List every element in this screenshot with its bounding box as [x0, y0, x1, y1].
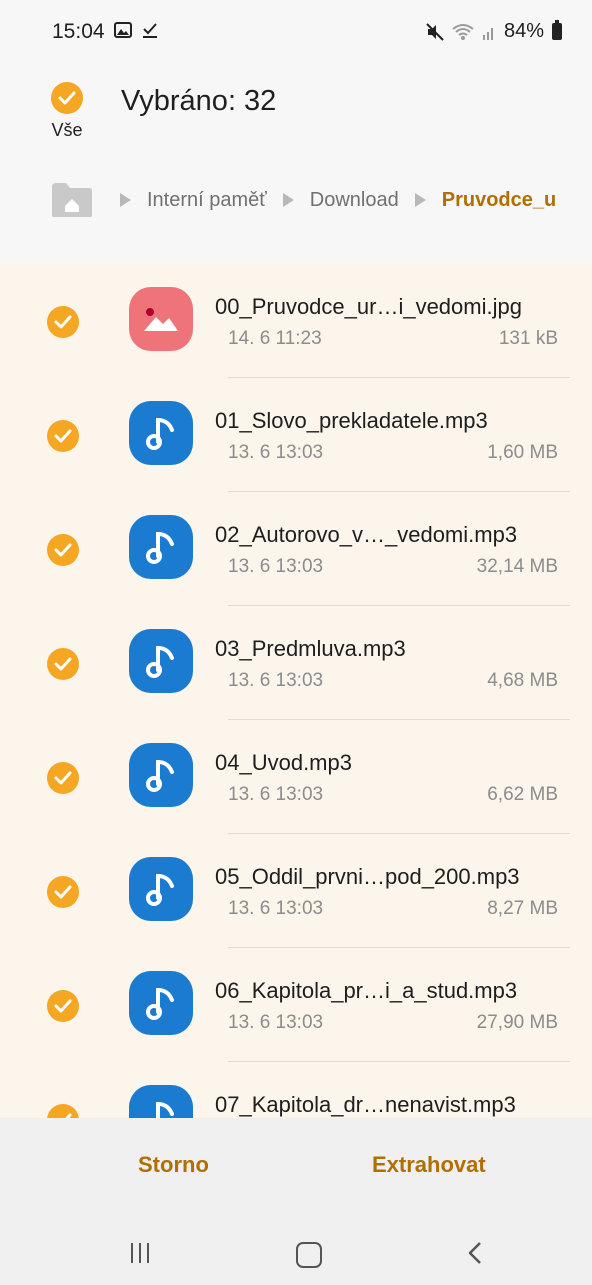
check-icon[interactable]: [47, 990, 79, 1022]
music-note-icon: [129, 743, 193, 807]
signal-icon: [482, 27, 493, 40]
file-name: 01_Slovo_prekladatele.mp3: [215, 408, 488, 433]
battery-percent: 84%: [503, 20, 544, 42]
file-size: 8,27 MB: [487, 898, 558, 919]
music-note-icon: [129, 857, 193, 921]
file-size: 32,14 MB: [476, 556, 558, 577]
list-item[interactable]: 03_Predmluva.mp3 13. 6 13:03 4,68 MB: [0, 606, 592, 720]
list-item[interactable]: 06_Kapitola_pr…i_a_stud.mp3 13. 6 13:03 …: [0, 948, 592, 1062]
file-name: 00_Pruvodce_ur…i_vedomi.jpg: [215, 294, 522, 319]
status-right-group: 84%: [426, 20, 562, 43]
music-note-icon: [129, 515, 193, 579]
home-icon[interactable]: [296, 1242, 322, 1268]
check-icon[interactable]: [47, 306, 79, 338]
file-size: 4,68 MB: [487, 670, 558, 691]
breadcrumb-item-current[interactable]: Pruvodce_u: [442, 189, 556, 212]
file-size: 27,90 MB: [476, 1012, 558, 1033]
mute-icon: [426, 22, 444, 41]
file-name: 04_Uvod.mp3: [215, 750, 352, 775]
file-date: 13. 6 13:03: [228, 898, 324, 919]
image-file-icon: [129, 287, 193, 351]
chevron-right-icon: [120, 193, 131, 207]
extract-button[interactable]: Extrahovat: [372, 1152, 486, 1178]
image-notification-icon: [114, 22, 132, 38]
select-all-label: Vše: [51, 120, 83, 140]
file-date: 13. 6 13:03: [228, 1012, 324, 1033]
home-folder-icon[interactable]: [50, 181, 94, 219]
status-bar: 15:04 84%: [0, 0, 592, 64]
breadcrumb-item-download[interactable]: Download: [310, 189, 399, 212]
file-name: 07_Kapitola_dr…nenavist.mp3: [215, 1092, 516, 1117]
check-icon[interactable]: [47, 762, 79, 794]
back-icon[interactable]: [468, 1241, 482, 1265]
file-size: 6,62 MB: [487, 784, 558, 805]
list-item[interactable]: 07_Kapitola_dr…nenavist.mp3: [0, 1062, 592, 1118]
breadcrumb: Interní paměť Download Pruvodce_u: [50, 180, 592, 220]
chevron-right-icon: [414, 193, 426, 207]
list-item[interactable]: 01_Slovo_prekladatele.mp3 13. 6 13:03 1,…: [0, 378, 592, 492]
check-icon[interactable]: [47, 420, 79, 452]
status-notification-icons: [114, 21, 158, 39]
file-size: 1,60 MB: [487, 442, 558, 463]
file-date: 13. 6 13:03: [228, 670, 324, 691]
recent-apps-icon[interactable]: [131, 1243, 149, 1263]
file-date: 13. 6 13:03: [228, 556, 324, 577]
music-note-icon: [129, 629, 193, 693]
download-done-icon: [143, 23, 157, 38]
cancel-button[interactable]: Storno: [138, 1152, 209, 1178]
file-date: 14. 6 11:23: [228, 328, 322, 349]
music-note-icon: [129, 1085, 193, 1118]
check-icon[interactable]: [47, 648, 79, 680]
check-icon[interactable]: [47, 876, 79, 908]
music-note-icon: [129, 401, 193, 465]
file-name: 02_Autorovo_v…_vedomi.mp3: [215, 522, 518, 547]
check-icon[interactable]: [47, 1104, 79, 1118]
chevron-right-icon: [282, 193, 294, 207]
selection-count-title: Vybráno: 32: [121, 85, 277, 117]
file-date: 13. 6 13:03: [228, 442, 324, 463]
status-time: 15:04: [52, 20, 105, 43]
check-icon: [51, 82, 83, 114]
file-size: 131 kB: [498, 328, 558, 349]
navigation-bar: [0, 1216, 592, 1285]
file-date: 13. 6 13:03: [228, 784, 324, 805]
list-item[interactable]: 05_Oddil_prvni…pod_200.mp3 13. 6 13:03 8…: [0, 834, 592, 948]
file-name: 05_Oddil_prvni…pod_200.mp3: [215, 864, 520, 889]
file-name: 03_Predmluva.mp3: [215, 636, 406, 661]
check-icon[interactable]: [47, 534, 79, 566]
battery-icon: [552, 20, 562, 40]
select-all-checkbox[interactable]: Vše: [45, 82, 89, 144]
list-item[interactable]: 02_Autorovo_v…_vedomi.mp3 13. 6 13:03 32…: [0, 492, 592, 606]
list-item[interactable]: 00_Pruvodce_ur…i_vedomi.jpg 14. 6 11:23 …: [0, 264, 592, 378]
list-item[interactable]: 04_Uvod.mp3 13. 6 13:03 6,62 MB: [0, 720, 592, 834]
wifi-icon: [452, 23, 474, 40]
music-note-icon: [129, 971, 193, 1035]
breadcrumb-item-internal-storage[interactable]: Interní paměť: [147, 189, 267, 212]
file-name: 06_Kapitola_pr…i_a_stud.mp3: [215, 978, 518, 1003]
file-list[interactable]: 00_Pruvodce_ur…i_vedomi.jpg 14. 6 11:23 …: [0, 264, 592, 1118]
action-bar: Storno Extrahovat: [0, 1118, 592, 1216]
